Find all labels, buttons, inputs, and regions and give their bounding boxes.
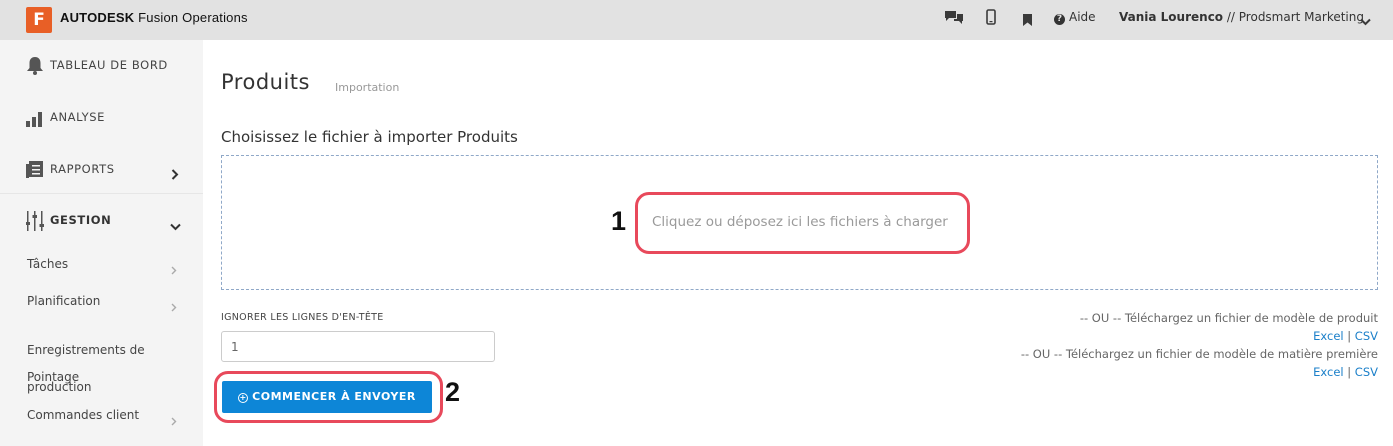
chevron-down-icon [170, 216, 181, 235]
header-lines-input[interactable] [221, 331, 495, 362]
brand-name: AUTODESK Fusion Operations [60, 10, 248, 25]
product-template-excel-link[interactable]: Excel [1313, 329, 1343, 343]
user-org: // Prodsmart Marketing [1223, 10, 1364, 24]
sidebar: TABLEAU DE BORD ANALYSE RAPPORTS GESTION… [0, 40, 203, 446]
chevron-right-icon [171, 297, 177, 316]
sidebar-subitem-tasks[interactable]: Tâches [27, 257, 68, 271]
reports-icon [26, 161, 44, 183]
product-template-csv-link[interactable]: CSV [1355, 329, 1378, 343]
sidebar-item-analyse[interactable]: ANALYSE [0, 92, 203, 144]
help-icon: ? [1054, 14, 1065, 25]
sidebar-subitem-customer-orders[interactable]: Commandes client [27, 408, 139, 422]
material-template-links: Excel | CSV [1313, 365, 1378, 379]
sliders-icon [25, 211, 44, 235]
chevron-down-icon[interactable] [1360, 11, 1371, 30]
sidebar-item-dashboard[interactable]: TABLEAU DE BORD [0, 40, 203, 92]
material-template-csv-link[interactable]: CSV [1355, 365, 1378, 379]
annotation-highlight-2 [214, 371, 443, 423]
sidebar-item-label: GESTION [50, 213, 112, 227]
material-template-excel-link[interactable]: Excel [1313, 365, 1343, 379]
help-link[interactable]: ? Aide [1054, 10, 1096, 25]
sidebar-item-label: TABLEAU DE BORD [50, 58, 168, 72]
link-separator: | [1343, 365, 1355, 379]
sidebar-subitem-pointage[interactable]: Pointage [27, 370, 79, 384]
bell-icon [26, 56, 44, 79]
mobile-icon[interactable] [986, 9, 996, 29]
annotation-number-2: 2 [445, 377, 461, 407]
annotation-highlight-1 [635, 192, 970, 254]
link-separator: | [1343, 329, 1355, 343]
section-title: Choisissez le fichier à importer Produit… [221, 128, 518, 146]
user-menu[interactable]: Vania Lourenco // Prodsmart Marketing [1119, 10, 1364, 24]
brand-product: Fusion Operations [134, 10, 248, 25]
product-template-text: -- OU -- Téléchargez un fichier de modèl… [1079, 311, 1378, 325]
sidebar-item-label: ANALYSE [50, 110, 106, 124]
header-lines-label: IGNORER LES LIGNES D'EN-TÊTE [221, 312, 384, 323]
material-template-text: -- OU -- Téléchargez un fichier de modèl… [1020, 347, 1378, 361]
chevron-right-icon [171, 260, 177, 279]
sidebar-subitem-production-records[interactable]: Enregistrements de production [27, 332, 167, 406]
annotation-number-1: 1 [611, 206, 627, 236]
sidebar-item-label: RAPPORTS [50, 162, 115, 176]
help-label: Aide [1069, 10, 1096, 24]
bookmark-icon[interactable] [1023, 11, 1032, 30]
top-bar: F AUTODESK Fusion Operations ? Aide Vania… [0, 0, 1393, 40]
chevron-right-icon [171, 165, 179, 184]
chat-icon[interactable] [944, 9, 964, 29]
user-name: Vania Lourenco [1119, 10, 1224, 24]
sidebar-subitem-planning[interactable]: Planification [27, 294, 100, 308]
page-subtitle: Importation [335, 81, 400, 94]
product-template-links: Excel | CSV [1313, 329, 1378, 343]
brand-bold: AUTODESK [60, 10, 135, 25]
sidebar-item-reports[interactable]: RAPPORTS [0, 144, 203, 196]
chevron-right-icon [171, 411, 177, 430]
page-title: Produits [221, 70, 310, 94]
sidebar-item-gestion[interactable]: GESTION [0, 194, 203, 246]
fusion-logo[interactable]: F [26, 7, 52, 33]
bar-chart-icon [26, 109, 46, 131]
